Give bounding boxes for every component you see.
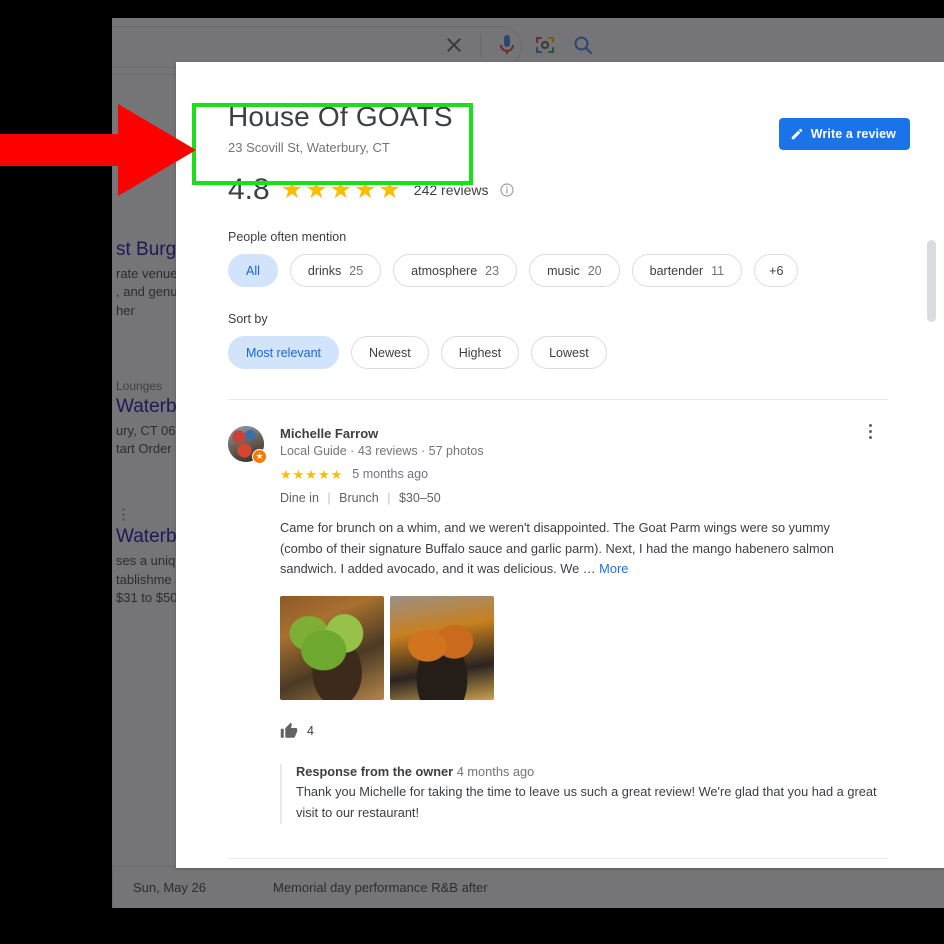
review-menu-icon[interactable]: [860, 424, 880, 440]
review-photo-2[interactable]: [390, 596, 494, 701]
review-attr-service: Dine in: [280, 491, 319, 506]
chip-count: 11: [711, 263, 725, 278]
close-icon[interactable]: [442, 33, 466, 57]
owner-response-text: Thank you Michelle for taking the time t…: [296, 784, 877, 820]
chip-label: drinks: [307, 263, 342, 278]
review-attributes: Dine in | Brunch | $30–50: [280, 491, 888, 505]
microphone-icon[interactable]: [495, 33, 519, 57]
sort-chip-lowest[interactable]: Lowest: [531, 336, 607, 370]
sort-chip-newest[interactable]: Newest: [351, 336, 429, 370]
chip-label: Most relevant: [246, 345, 322, 360]
chip-label: Lowest: [549, 345, 589, 360]
sort-chip-most-relevant[interactable]: Most relevant: [228, 336, 340, 370]
owner-response-age: 4 months ago: [456, 764, 535, 780]
review-attr-meal: Brunch: [339, 491, 379, 506]
divider: [480, 33, 481, 57]
chip-label: Newest: [369, 345, 411, 360]
local-guide-badge-icon: ★: [252, 449, 267, 465]
mention-chip-more[interactable]: +6: [754, 254, 799, 288]
search-bar-icons: [442, 33, 595, 57]
review-photos: [280, 596, 888, 701]
review-attr-price: $30–50: [398, 491, 441, 506]
divider: |: [387, 491, 391, 506]
review-stars: ★★★★★: [280, 466, 344, 482]
owner-response: Response from the owner 4 months ago Tha…: [280, 764, 880, 824]
pencil-icon: [791, 128, 803, 140]
mention-chip-all[interactable]: All: [228, 254, 278, 288]
review-likes: 4: [280, 722, 888, 740]
chip-label: music: [547, 263, 580, 278]
chip-label: +6: [769, 263, 784, 278]
rating-stars: ★★★★★: [280, 175, 403, 204]
owner-response-header: Response from the owner 4 months ago: [296, 764, 880, 779]
reviews-dialog: House Of GOATS 23 Scovill St, Waterbury,…: [176, 62, 944, 868]
avatar[interactable]: ★: [228, 426, 267, 465]
sort-chips: Most relevant Newest Highest Lowest: [228, 336, 888, 370]
chip-label: Highest: [458, 345, 502, 360]
chip-count: 25: [349, 263, 364, 278]
owner-response-label: Response from the owner: [296, 764, 454, 780]
review-age: 5 months ago: [352, 467, 429, 482]
lens-icon[interactable]: [533, 33, 557, 57]
review-like-count: 4: [307, 724, 314, 739]
review-text-block: Came for brunch on a whim, and we weren'…: [280, 518, 870, 580]
chip-count: 23: [485, 263, 500, 278]
mention-chip-bartender[interactable]: bartender 11: [631, 254, 743, 288]
chip-label: bartender: [649, 263, 704, 278]
write-review-label: Write a review: [810, 127, 896, 141]
chip-label: atmosphere: [411, 263, 478, 278]
review-rating-row: ★★★★★ 5 months ago: [280, 467, 888, 481]
review-count: 242 reviews: [413, 182, 489, 199]
divider: |: [327, 491, 331, 506]
mention-chip-music[interactable]: music 20: [529, 254, 620, 288]
review-author[interactable]: Michelle Farrow: [280, 426, 888, 441]
events-strip: Sun, May 26 Memorial day performance R&B…: [112, 866, 944, 908]
mentions-chips: All drinks 25 atmosphere 23 music 20 bar…: [228, 254, 888, 288]
sort-label: Sort by: [228, 312, 268, 327]
review-text: Came for brunch on a whim, and we weren'…: [280, 520, 834, 577]
sort-chip-highest[interactable]: Highest: [440, 336, 520, 370]
thumbs-up-icon[interactable]: [280, 722, 298, 740]
scrollbar-thumb[interactable]: [927, 240, 936, 322]
event-date: Sun, May 26: [133, 880, 206, 895]
chip-count: 20: [587, 263, 602, 278]
divider: [228, 857, 888, 859]
mentions-label: People often mention: [228, 230, 347, 245]
write-review-button[interactable]: Write a review: [778, 118, 910, 150]
search-icon[interactable]: [571, 33, 595, 57]
review-author-meta: Local Guide · 43 reviews · 57 photos: [280, 444, 484, 459]
pointer-arrow-annotation: [0, 104, 196, 196]
event-description: Memorial day performance R&B after: [273, 880, 488, 895]
chip-label: All: [246, 263, 260, 278]
review-photo-1[interactable]: [280, 596, 384, 701]
mention-chip-atmosphere[interactable]: atmosphere 23: [393, 254, 518, 288]
review-more-link[interactable]: More: [599, 561, 628, 576]
rating-summary: 4.8 ★★★★★ 242 reviews: [228, 175, 888, 205]
mention-chip-drinks[interactable]: drinks 25: [289, 254, 382, 288]
info-icon[interactable]: [499, 182, 515, 198]
screenshot-root: st Burg rate venue , and genu her Lounge…: [0, 0, 944, 944]
rating-score: 4.8: [228, 173, 270, 207]
review-item: ★ Michelle Farrow Local Guide · 43 revie…: [228, 400, 888, 824]
